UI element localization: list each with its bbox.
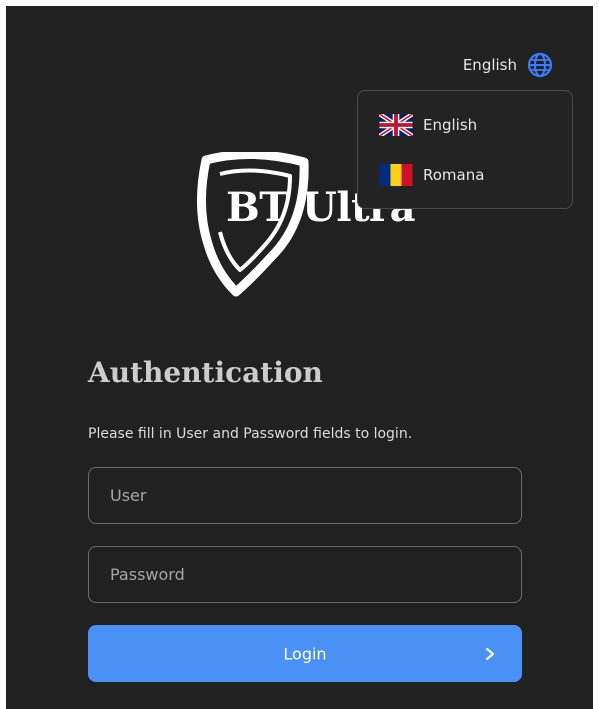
chevron-right-icon	[485, 647, 495, 660]
current-language-label: English	[462, 56, 517, 74]
romania-flag-icon	[379, 164, 413, 186]
language-option-label: Romana	[423, 166, 485, 184]
login-button[interactable]: Login	[88, 625, 522, 682]
language-option-label: English	[423, 116, 478, 134]
language-option-english[interactable]: English	[379, 114, 477, 136]
language-toggle[interactable]: English	[463, 52, 553, 78]
globe-icon	[527, 52, 553, 78]
login-button-label: Login	[283, 644, 327, 663]
user-input[interactable]	[88, 467, 522, 524]
login-panel: English English Romana BT Ultra Authenti…	[6, 6, 593, 709]
login-instructions: Please fill in User and Password fields …	[88, 426, 413, 442]
page-title: Authentication	[88, 356, 323, 389]
password-input[interactable]	[88, 546, 522, 603]
language-menu: English Romana	[357, 90, 573, 209]
uk-flag-icon	[379, 114, 413, 136]
language-option-romana[interactable]: Romana	[379, 164, 484, 186]
